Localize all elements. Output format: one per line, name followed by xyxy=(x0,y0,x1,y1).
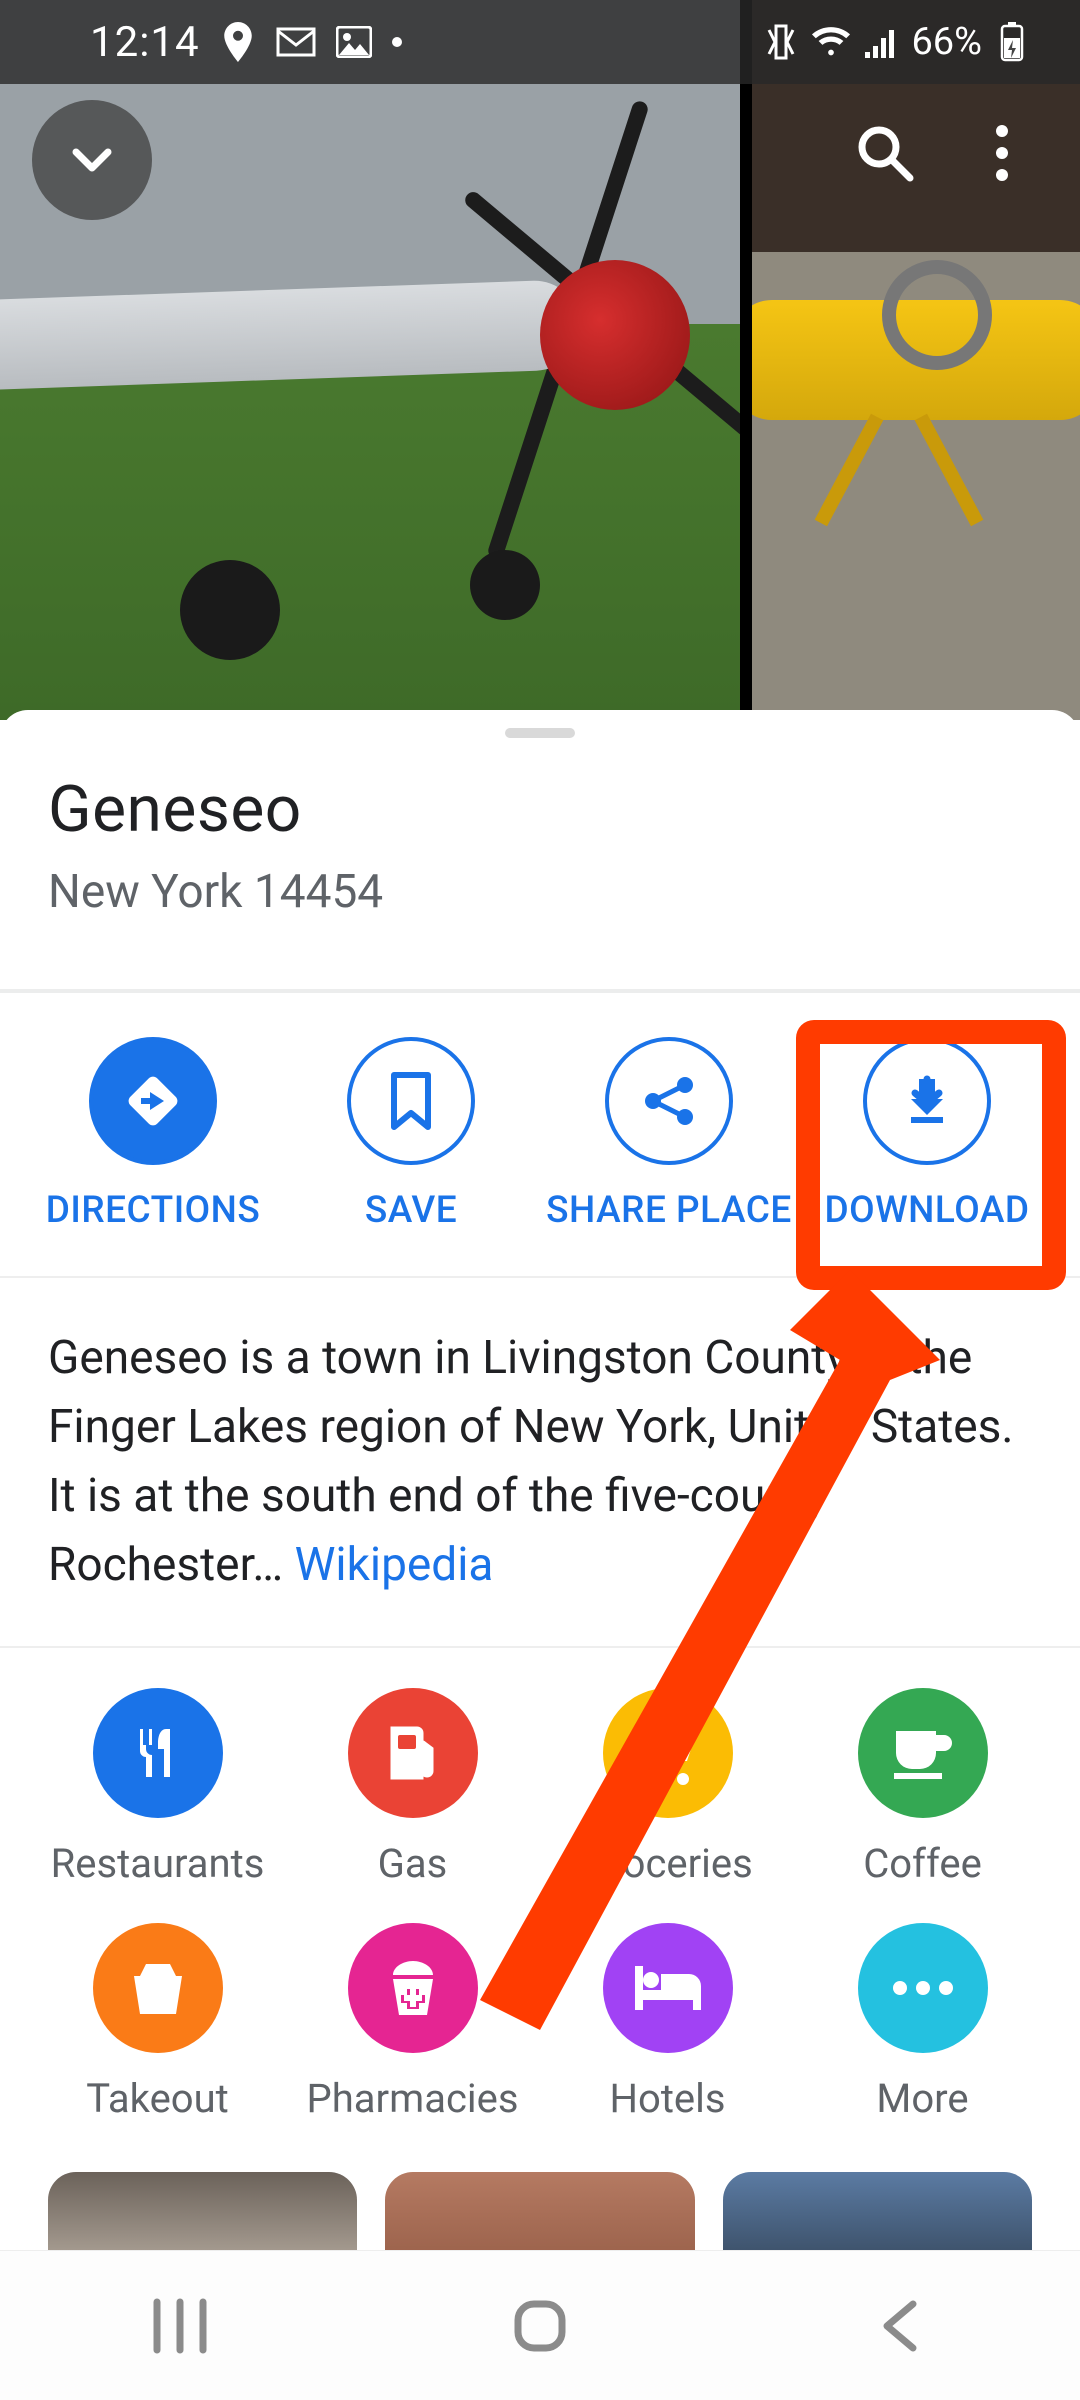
wifi-icon xyxy=(811,22,851,62)
annotation-highlight xyxy=(796,1020,1066,1290)
category-takeout[interactable]: Takeout xyxy=(30,1923,285,2122)
search-button[interactable] xyxy=(850,118,920,188)
takeout-icon xyxy=(93,1923,223,2053)
category-label: More xyxy=(876,2075,968,2122)
home-icon xyxy=(510,2296,570,2356)
place-description: Geneseo is a town in Livingston County i… xyxy=(0,1278,1080,1648)
share-button[interactable]: SHARE PLACE xyxy=(540,1037,798,1232)
image-icon xyxy=(334,22,374,62)
directions-button[interactable]: DIRECTIONS xyxy=(24,1037,282,1232)
back-button[interactable] xyxy=(855,2291,945,2361)
hotels-icon xyxy=(603,1923,733,2053)
category-gas[interactable]: Gas xyxy=(285,1688,540,1887)
category-label: Gas xyxy=(378,1840,448,1887)
category-label: Coffee xyxy=(863,1840,982,1887)
gmail-icon xyxy=(276,22,316,62)
system-navbar xyxy=(0,2250,1080,2400)
category-restaurants[interactable]: Restaurants xyxy=(30,1688,285,1887)
gas-icon xyxy=(348,1688,478,1818)
category-groceries[interactable]: Groceries xyxy=(540,1688,795,1887)
action-label: SHARE PLACE xyxy=(546,1189,792,1232)
place-photo-2[interactable] xyxy=(752,0,1080,720)
category-label: Hotels xyxy=(609,2075,725,2122)
search-icon xyxy=(854,122,916,184)
battery-text: 66% xyxy=(911,20,982,64)
place-header: Geneseo New York 14454 xyxy=(0,766,1080,989)
clock: 12:14 xyxy=(90,18,200,67)
wikipedia-link[interactable]: Wikipedia xyxy=(295,1538,494,1592)
location-icon xyxy=(218,22,258,62)
battery-icon xyxy=(992,22,1032,62)
groceries-icon xyxy=(603,1688,733,1818)
category-hotels[interactable]: Hotels xyxy=(540,1923,795,2122)
pharmacies-icon xyxy=(348,1923,478,2053)
chevron-down-icon xyxy=(64,132,120,188)
category-label: Groceries xyxy=(582,1840,753,1887)
bookmark-icon xyxy=(347,1037,475,1165)
home-button[interactable] xyxy=(495,2291,585,2361)
collapse-button[interactable] xyxy=(32,100,152,220)
place-subtitle: New York 14454 xyxy=(48,865,1032,919)
place-title: Geneseo xyxy=(48,772,1032,847)
recents-icon xyxy=(147,2296,213,2356)
category-more[interactable]: More xyxy=(795,1923,1050,2122)
vibrate-icon xyxy=(761,22,801,62)
statusbar: 12:14 66% xyxy=(0,0,1080,84)
notification-dot-icon xyxy=(392,37,402,47)
recents-button[interactable] xyxy=(135,2291,225,2361)
coffee-icon xyxy=(858,1688,988,1818)
place-sheet: Geneseo New York 14454 DIRECTIONS SAVE xyxy=(0,710,1080,2302)
place-photos[interactable] xyxy=(0,0,1080,720)
statusbar-right: 66% xyxy=(761,20,1032,64)
category-label: Pharmacies xyxy=(307,2075,519,2122)
action-label: SAVE xyxy=(365,1189,457,1232)
restaurants-icon xyxy=(93,1688,223,1818)
save-button[interactable]: SAVE xyxy=(282,1037,540,1232)
category-pharmacies[interactable]: Pharmacies xyxy=(285,1923,540,2122)
description-text: Geneseo is a town in Livingston County i… xyxy=(48,1331,1014,1592)
category-coffee[interactable]: Coffee xyxy=(795,1688,1050,1887)
directions-icon xyxy=(89,1037,217,1165)
share-icon xyxy=(605,1037,733,1165)
category-label: Restaurants xyxy=(51,1840,265,1887)
more-vert-icon xyxy=(996,125,1008,137)
overflow-menu-button[interactable] xyxy=(972,118,1032,188)
drag-handle[interactable] xyxy=(505,728,575,738)
signal-icon xyxy=(861,22,901,62)
statusbar-left: 12:14 xyxy=(90,18,402,67)
category-label: Takeout xyxy=(86,2075,228,2122)
category-grid: Restaurants Gas Groceries Coffee Takeout xyxy=(0,1648,1080,2142)
back-icon xyxy=(875,2296,925,2356)
action-label: DIRECTIONS xyxy=(46,1189,261,1232)
more-icon xyxy=(858,1923,988,2053)
